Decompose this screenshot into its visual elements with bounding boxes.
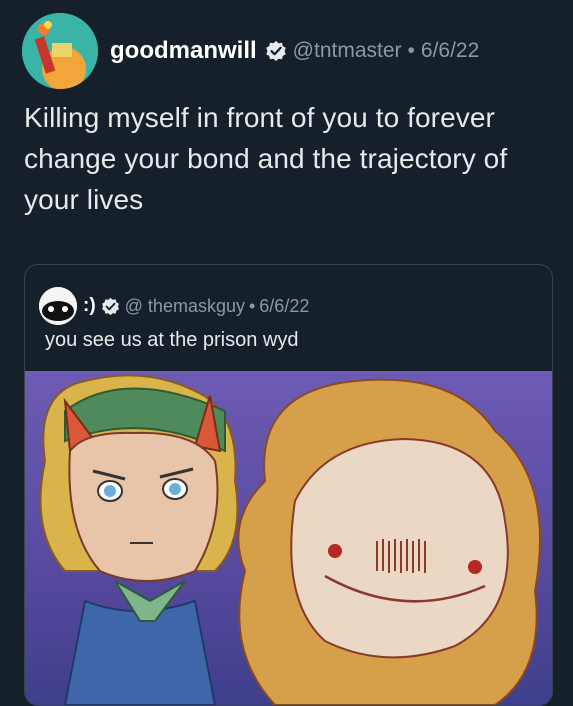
verified-badge-icon xyxy=(101,297,119,315)
quoted-tweet-card[interactable]: :) @ themaskguy • 6/6/22 you see us at t… xyxy=(24,264,553,706)
author-handle[interactable]: @tntmaster xyxy=(293,39,402,63)
quoted-tweet-text: you see us at the prison wyd xyxy=(45,329,299,351)
tweet-header: goodmanwill @tntmaster • 6/6/22 xyxy=(110,33,479,69)
author-display-name[interactable]: goodmanwill xyxy=(110,37,257,65)
quoted-tweet-header: :) @ themaskguy • 6/6/22 xyxy=(39,287,309,325)
verified-badge-icon xyxy=(265,41,286,61)
avatar-image xyxy=(22,13,98,89)
quoted-date[interactable]: 6/6/22 xyxy=(259,296,309,317)
quoted-tweet-image[interactable] xyxy=(25,371,552,705)
author-avatar[interactable] xyxy=(22,13,98,89)
separator-dot: • xyxy=(407,39,415,62)
tweet-text: Killing myself in front of you to foreve… xyxy=(24,102,508,215)
separator-dot: • xyxy=(248,295,256,316)
avatar-image xyxy=(39,287,77,325)
quoted-author-avatar[interactable] xyxy=(39,287,77,325)
quoted-display-name[interactable]: :) xyxy=(83,295,96,317)
quoted-handle[interactable]: @ themaskguy xyxy=(125,296,245,317)
tweet-date[interactable]: 6/6/22 xyxy=(421,39,479,63)
